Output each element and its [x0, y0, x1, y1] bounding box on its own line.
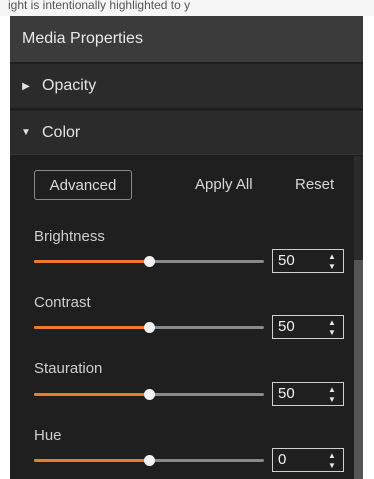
caret-right-icon: ▶ [22, 80, 30, 92]
saturation-slider-thumb[interactable] [144, 389, 155, 400]
contrast-slider-fill [34, 326, 149, 329]
section-opacity[interactable]: ▶ Opacity [10, 64, 363, 108]
hue-value: 0 [278, 451, 287, 468]
brightness-spinbox[interactable]: 50 ▲ ▼ [272, 249, 344, 273]
panel-title: Media Properties [22, 30, 143, 47]
advanced-button[interactable]: Advanced [34, 170, 132, 200]
brightness-slider[interactable] [34, 256, 264, 267]
section-color[interactable]: ▼ Color [10, 111, 363, 155]
brightness-slider-fill [34, 260, 149, 263]
section-label-color: Color [42, 123, 81, 141]
saturation-label: Stauration [34, 360, 103, 377]
spin-arrows-icon[interactable]: ▲ ▼ [327, 385, 337, 404]
hue-slider-thumb[interactable] [144, 455, 155, 466]
brightness-slider-thumb[interactable] [144, 256, 155, 267]
saturation-spinbox[interactable]: 50 ▲ ▼ [272, 382, 344, 406]
section-label-opacity: Opacity [42, 77, 97, 94]
hue-spinbox[interactable]: 0 ▲ ▼ [272, 448, 344, 472]
advanced-button-label: Advanced [49, 176, 117, 194]
apply-all-button[interactable]: Apply All [195, 176, 253, 193]
color-section-content: Advanced Apply All Reset Brightness 50 ▲… [10, 156, 363, 479]
brightness-label: Brightness [34, 228, 105, 245]
reset-button[interactable]: Reset [295, 176, 334, 193]
spin-arrows-icon[interactable]: ▲ ▼ [327, 252, 337, 271]
contrast-slider[interactable] [34, 322, 264, 333]
brightness-value: 50 [278, 252, 295, 269]
contrast-spinbox[interactable]: 50 ▲ ▼ [272, 315, 344, 339]
hue-slider[interactable] [34, 455, 264, 466]
saturation-value: 50 [278, 385, 295, 402]
saturation-slider[interactable] [34, 389, 264, 400]
media-properties-panel: Media Properties ▶ Opacity ▼ Color Advan… [10, 16, 363, 479]
hue-slider-fill [34, 459, 149, 462]
caret-down-icon: ▼ [21, 127, 31, 138]
hue-label: Hue [34, 427, 62, 444]
background-text: ight is intentionally highlighted to y [8, 0, 191, 12]
contrast-slider-thumb[interactable] [144, 322, 155, 333]
spin-arrows-icon[interactable]: ▲ ▼ [327, 318, 337, 337]
spin-arrows-icon[interactable]: ▲ ▼ [327, 451, 337, 470]
background-text-strip: ight is intentionally highlighted to y [0, 0, 374, 16]
scrollbar-thumb[interactable] [354, 260, 363, 479]
contrast-value: 50 [278, 318, 295, 335]
contrast-label: Contrast [34, 294, 91, 311]
panel-header: Media Properties [10, 16, 363, 62]
saturation-slider-fill [34, 393, 149, 396]
